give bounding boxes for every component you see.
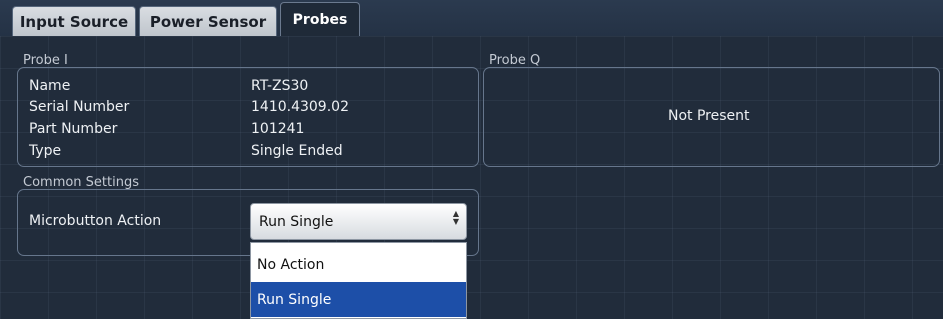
name-value: RT-ZS30 [251,78,309,94]
tab-input-source[interactable]: Input Source [12,6,136,36]
part-number-value: 101241 [251,121,305,137]
tab-power-sensor[interactable]: Power Sensor [139,6,277,36]
microbutton-action-label: Microbutton Action [29,213,162,229]
type-value: Single Ended [251,143,343,159]
part-number-label: Part Number [29,121,118,137]
common-settings-title: Common Settings [23,175,140,190]
microbutton-action-select[interactable]: Run Single ▲ ▼ [250,203,467,240]
microbutton-action-dropdown: No Action Run Single [250,242,467,319]
serial-number-label: Serial Number [29,99,130,115]
probe-q-title: Probe Q [489,53,541,68]
tab-bar: Input Source Power Sensor Probes [0,0,943,36]
type-label: Type [29,143,62,159]
option-no-action[interactable]: No Action [251,247,466,282]
probe-q-status: Not Present [668,108,750,124]
microbutton-action-value: Run Single [259,213,334,230]
probe-i-group [17,67,479,167]
serial-number-value: 1410.4309.02 [251,99,349,115]
tab-probes[interactable]: Probes [280,2,360,36]
select-arrows-icon: ▲ ▼ [452,209,460,226]
option-run-single[interactable]: Run Single [251,282,466,317]
name-label: Name [29,78,71,94]
probe-i-title: Probe I [23,53,68,68]
